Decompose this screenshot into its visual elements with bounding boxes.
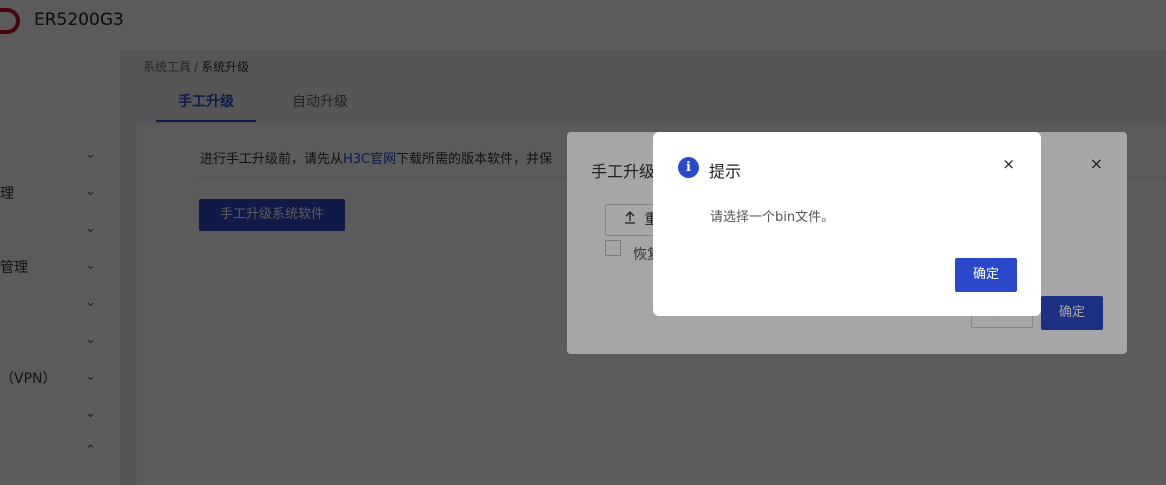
alert-message: 请选择一个bin文件。 <box>710 210 835 225</box>
close-icon[interactable]: × <box>1002 155 1015 173</box>
alert-title: 提示 <box>709 162 742 181</box>
alert-dialog: i 提示 × 请选择一个bin文件。 确定 <box>653 132 1041 316</box>
alert-confirm-button[interactable]: 确定 <box>955 258 1017 292</box>
info-icon: i <box>678 157 699 178</box>
